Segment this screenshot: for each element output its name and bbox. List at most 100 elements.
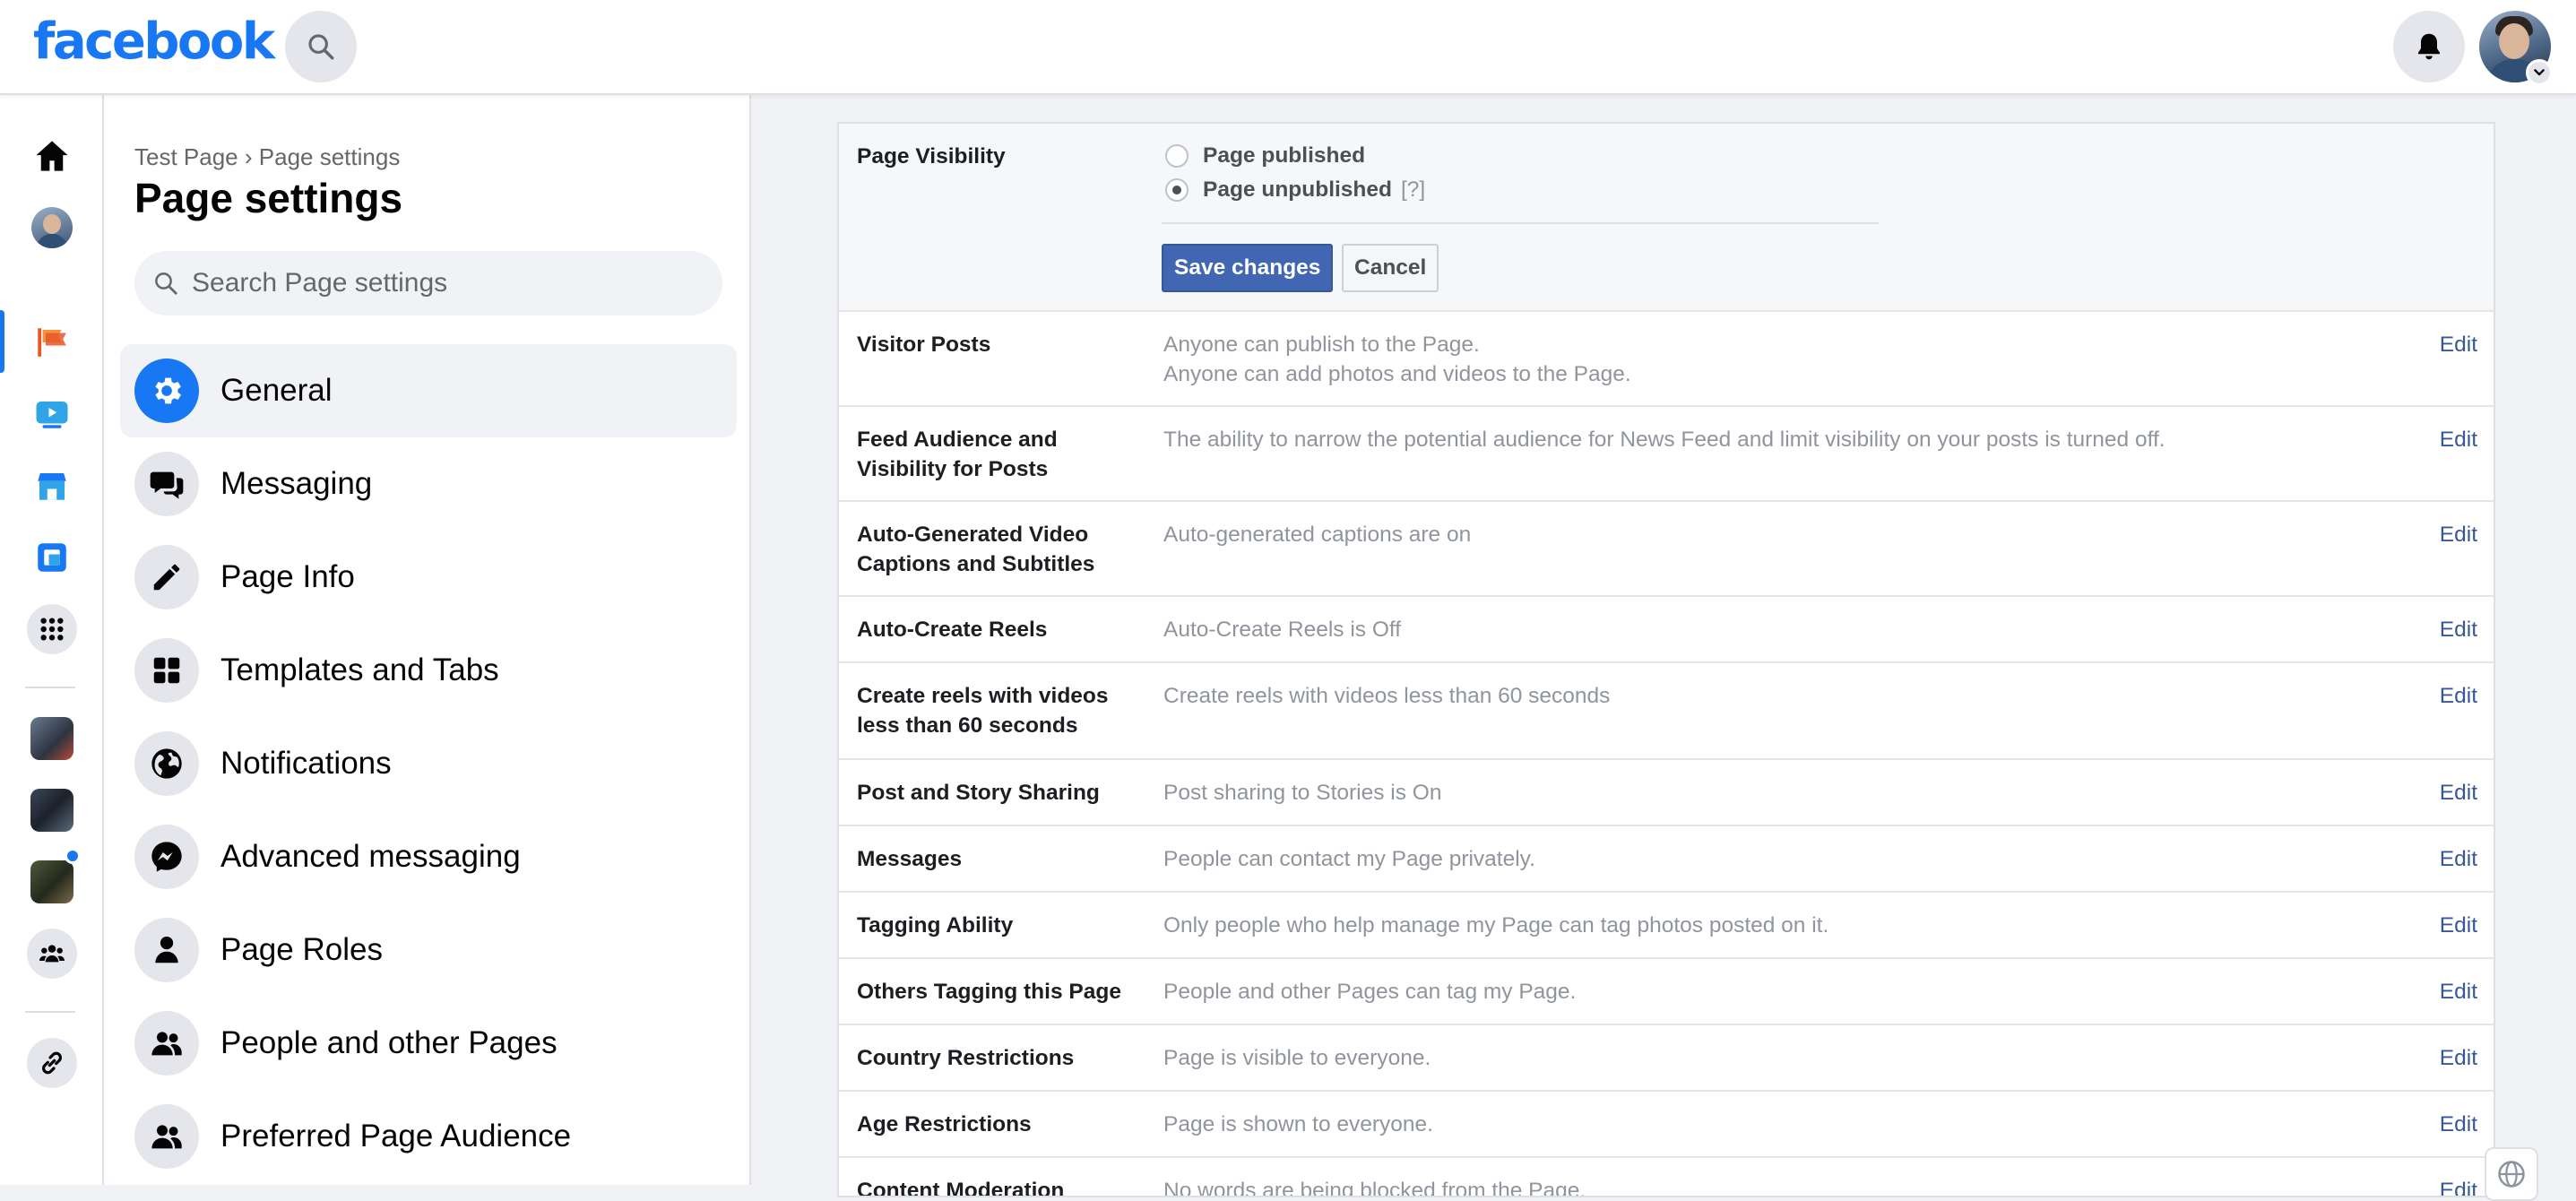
settings-search-box[interactable]: [134, 251, 722, 315]
divider: [1162, 222, 1879, 224]
pencil-icon: [153, 564, 180, 591]
edit-link[interactable]: Edit: [2440, 1176, 2477, 1196]
shortcut-thumbnail: [30, 789, 73, 832]
rail-shortcut-2[interactable]: [27, 785, 77, 835]
menu-item-preferred-page-audience[interactable]: Preferred Page Audience: [120, 1090, 737, 1183]
people-icon: [151, 1125, 182, 1149]
setting-label: Auto-Create Reels: [857, 618, 1048, 642]
edit-link[interactable]: Edit: [2440, 977, 2477, 1007]
menu-icon-circle: [134, 638, 199, 703]
breadcrumb-separator: ›: [244, 143, 253, 170]
menu-item-label: Messaging: [220, 466, 373, 501]
rail-pages[interactable]: [27, 317, 77, 367]
cancel-button[interactable]: Cancel: [1342, 244, 1439, 292]
setting-row-others-tagging: Others Tagging this Page People and othe…: [839, 959, 2494, 1025]
menu-item-people-and-other-pages[interactable]: People and other Pages: [120, 997, 737, 1090]
radio-button[interactable]: [1165, 144, 1189, 168]
account-menu-chevron[interactable]: [2526, 59, 2553, 86]
notifications-button[interactable]: [2393, 11, 2465, 82]
setting-value: Only people who help manage my Page can …: [1163, 913, 1829, 937]
menu-icon-circle: [134, 1104, 199, 1169]
shop-icon: [38, 473, 66, 500]
rail-menu[interactable]: [27, 604, 77, 654]
edit-link[interactable]: Edit: [2440, 1110, 2477, 1139]
rail-shortcut-3[interactable]: [27, 857, 77, 907]
rail-gaming[interactable]: [27, 532, 77, 583]
menu-item-page-roles[interactable]: Page Roles: [120, 903, 737, 997]
people-icon: [151, 1032, 182, 1056]
setting-value-line: Anyone can add photos and videos to the …: [1163, 362, 1631, 386]
setting-value: The ability to narrow the potential audi…: [1163, 428, 2165, 452]
rail-shortcut-1[interactable]: [27, 713, 77, 764]
setting-row-feed-audience: Feed Audience and Visibility for Posts T…: [839, 407, 2494, 502]
radio-page-published[interactable]: Page published: [1165, 143, 1365, 168]
rail-marketplace[interactable]: [27, 461, 77, 511]
rail-divider: [25, 1011, 75, 1013]
home-icon: [36, 141, 68, 171]
setting-label: Tagging Ability: [857, 913, 1014, 937]
breadcrumb-page-link[interactable]: Test Page: [134, 143, 238, 170]
language-button[interactable]: [2485, 1147, 2538, 1201]
menu-item-templates-and-tabs[interactable]: Templates and Tabs: [120, 624, 737, 717]
setting-value: Page is shown to everyone.: [1163, 1112, 1433, 1136]
unread-dot: [65, 848, 81, 864]
setting-label: Create reels with videos less than 60 se…: [857, 684, 1109, 738]
video-icon: [36, 402, 68, 428]
rail-watch[interactable]: [27, 389, 77, 439]
menu-item-general[interactable]: General: [120, 344, 737, 437]
setting-value: No words are being blocked from the Page…: [1163, 1179, 1586, 1197]
app-grid-icon: [40, 618, 64, 641]
help-link[interactable]: [?]: [1401, 177, 1425, 203]
setting-label: Country Restrictions: [857, 1046, 1075, 1070]
menu-item-notifications[interactable]: Notifications: [120, 717, 737, 810]
setting-row-messages: Messages People can contact my Page priv…: [839, 826, 2494, 893]
radio-button-selected[interactable]: [1165, 178, 1189, 202]
rail-profile[interactable]: [27, 203, 77, 253]
edit-link[interactable]: Edit: [2440, 615, 2477, 644]
chevron-down-icon: [2534, 69, 2545, 76]
save-changes-button[interactable]: Save changes: [1162, 244, 1334, 292]
setting-value: Anyone can publish to the Page. Anyone c…: [1163, 330, 2329, 389]
search-button[interactable]: [285, 11, 357, 82]
globe-icon: [151, 748, 182, 779]
setting-value-line: Anyone can publish to the Page.: [1163, 333, 1480, 357]
search-icon: [155, 272, 177, 295]
radio-label: Page published: [1203, 143, 1366, 168]
menu-item-advanced-messaging[interactable]: Advanced messaging: [120, 810, 737, 903]
menu-item-messaging[interactable]: Messaging: [120, 437, 737, 531]
edit-link[interactable]: Edit: [2440, 520, 2477, 549]
flag-icon: [38, 328, 66, 357]
rail-divider: [25, 687, 75, 688]
facebook-logo[interactable]: facebook: [33, 13, 275, 71]
setting-row-visitor-posts: Visitor Posts Anyone can publish to the …: [839, 312, 2494, 407]
setting-label: Auto-Generated Video Captions and Subtit…: [857, 523, 1095, 576]
menu-item-label: Page Roles: [220, 932, 383, 967]
grid-icon: [153, 657, 180, 684]
edit-link[interactable]: Edit: [2440, 330, 2477, 359]
settings-sidebar: Test Page › Page settings Page settings …: [104, 95, 751, 1185]
gear-icon: [155, 377, 181, 404]
breadcrumb-current: Page settings: [258, 143, 401, 170]
page-visibility-section: Page Visibility Page published Page unpu…: [839, 124, 2494, 312]
menu-icon-circle: [134, 452, 199, 516]
menu-item-label: General: [220, 373, 333, 408]
gaming-icon: [38, 543, 66, 572]
profile-avatar: [31, 207, 73, 248]
radio-page-unpublished[interactable]: Page unpublished [?]: [1165, 177, 1425, 203]
edit-link[interactable]: Edit: [2440, 1043, 2477, 1073]
menu-item-page-info[interactable]: Page Info: [120, 531, 737, 624]
setting-row-story-sharing: Post and Story Sharing Post sharing to S…: [839, 760, 2494, 826]
setting-value: Auto-generated captions are on: [1163, 523, 1472, 547]
edit-link[interactable]: Edit: [2440, 425, 2477, 454]
person-icon: [155, 936, 178, 963]
rail-groups[interactable]: [27, 929, 77, 979]
settings-search-input[interactable]: [192, 268, 712, 298]
setting-value: People and other Pages can tag my Page.: [1163, 980, 1577, 1004]
edit-link[interactable]: Edit: [2440, 911, 2477, 940]
setting-value: Post sharing to Stories is On: [1163, 781, 1442, 805]
edit-link[interactable]: Edit: [2440, 681, 2477, 711]
edit-link[interactable]: Edit: [2440, 844, 2477, 874]
rail-home[interactable]: [27, 131, 77, 181]
rail-links[interactable]: [27, 1038, 77, 1088]
edit-link[interactable]: Edit: [2440, 778, 2477, 808]
